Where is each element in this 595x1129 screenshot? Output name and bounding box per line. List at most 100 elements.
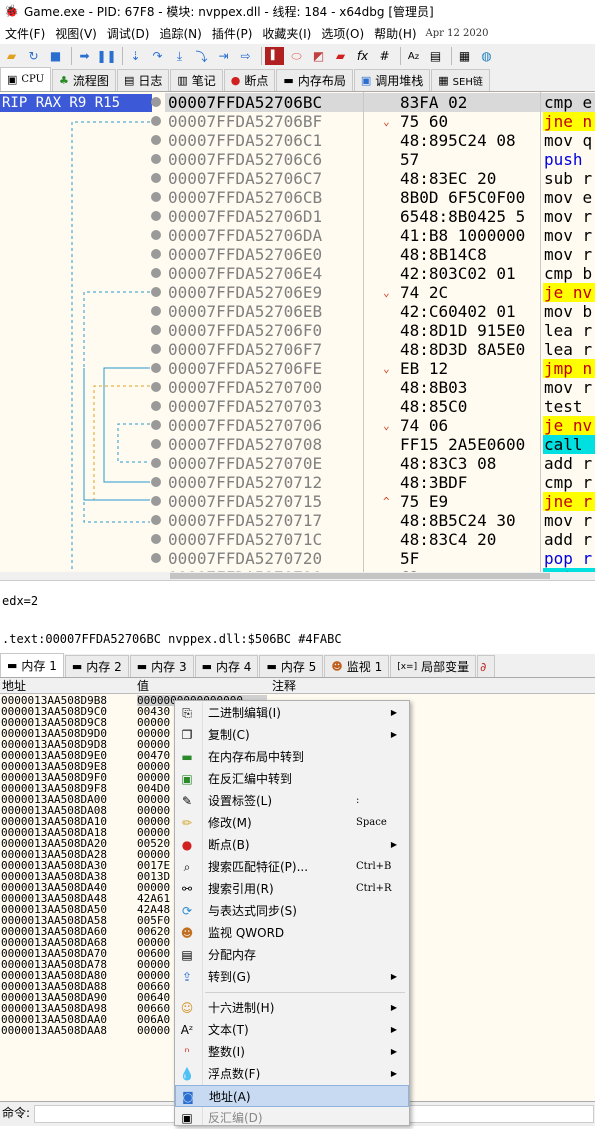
breakpoint-dot[interactable] <box>151 344 161 354</box>
disasm-row[interactable]: 00007FFDA527070E 48:83C3 08 add r <box>165 454 595 473</box>
breakpoint-dot[interactable] <box>151 249 161 259</box>
breakpoint-dot[interactable] <box>151 116 161 126</box>
menu-item-label[interactable]: ✎ 设置标签(L): <box>175 790 409 812</box>
menu-options[interactable]: 选项(O) <box>316 25 369 42</box>
pause-icon[interactable]: ❚❚ <box>96 47 116 65</box>
tab-more[interactable]: ∂ <box>477 655 496 677</box>
menu-item-binoculars[interactable]: ⚯ 搜索引用(R) Ctrl+R <box>175 878 409 900</box>
breakpoint-dot[interactable] <box>151 173 161 183</box>
tab-cpu[interactable]: ▣ CPU <box>0 67 52 91</box>
calculator-icon[interactable]: ▦ <box>455 47 474 65</box>
breakpoint-dot[interactable] <box>151 192 161 202</box>
menu-item-allocate-memory[interactable]: ▤ 分配内存 <box>175 944 409 966</box>
breakpoint-dot[interactable] <box>151 154 161 164</box>
breakpoint-dot[interactable] <box>151 268 161 278</box>
breakpoint-dot[interactable] <box>151 420 161 430</box>
run-icon[interactable]: ➡ <box>75 47 94 65</box>
help-icon[interactable]: ◍ <box>477 47 496 65</box>
disassembly-view[interactable]: RIP RAX R9 R15 00007FFDA52706BC 83FA 02 cm… <box>0 92 595 574</box>
run-to-user-icon[interactable]: ⇨ <box>236 47 255 65</box>
tab-dump-3[interactable]: ▬ 内存 3 <box>129 655 194 677</box>
breakpoint-dot[interactable] <box>151 135 161 145</box>
scroll-thumb[interactable] <box>170 573 550 579</box>
tab-log[interactable]: ▤ 日志 <box>116 69 170 91</box>
tab-dump-5[interactable]: ▬ 内存 5 <box>259 655 324 677</box>
disasm-row[interactable]: 00007FFDA5270720 5F pop r <box>165 549 595 568</box>
tab-call-stack[interactable]: ▣ 调用堆栈 <box>353 69 431 91</box>
hash-icon[interactable]: # <box>375 47 394 65</box>
step-into-icon[interactable]: ⇣ <box>126 47 145 65</box>
disasm-row[interactable]: 00007FFDA52706FE ⌄ EB 12 jmp n <box>165 359 595 378</box>
menu-item-copy[interactable]: ❐ 复制(C) ▶ <box>175 724 409 746</box>
disasm-row[interactable]: 00007FFDA5270706 ⌄ 74 06 je nv <box>165 416 595 435</box>
disasm-row[interactable]: 00007FFDA5270700 48:8B03 mov r <box>165 378 595 397</box>
disasm-row[interactable]: 00007FFDA52706DA 41:B8 1000000 mov r <box>165 226 595 245</box>
breakpoint-dot[interactable] <box>151 458 161 468</box>
menu-help[interactable]: 帮助(H) <box>369 25 421 42</box>
tab-dump-4[interactable]: ▬ 内存 4 <box>194 655 259 677</box>
breakpoint-dot[interactable] <box>151 97 161 107</box>
header-address[interactable]: 地址 <box>2 678 26 694</box>
disasm-row[interactable]: 00007FFDA5270717 48:8B5C24 30 mov r <box>165 511 595 530</box>
breakpoint-dot[interactable] <box>151 211 161 221</box>
breakpoint-dot[interactable] <box>151 439 161 449</box>
disasm-row[interactable]: 00007FFDA52706E4 42:803C02 01 cmp b <box>165 264 595 283</box>
disasm-row[interactable]: 00007FFDA5270708 FF15 2A5E0600 call <box>165 435 595 454</box>
tab-seh-chain[interactable]: ▦ SEH链 <box>431 69 490 91</box>
disasm-row[interactable]: 00007FFDA5270703 48:85C0 test <box>165 397 595 416</box>
menu-item-hex[interactable]: ☺ 十六进制(H) ▶ <box>175 997 409 1019</box>
stop-icon[interactable]: ■ <box>46 47 65 65</box>
tab-dump-1[interactable]: ▬ 内存 1 <box>0 653 64 677</box>
strings-icon[interactable]: ▤ <box>426 47 445 65</box>
menu-trace[interactable]: 追踪(N) <box>154 25 206 42</box>
disasm-row[interactable]: 00007FFDA52706D1 6548:8B0425 5 mov r <box>165 207 595 226</box>
menu-favourites[interactable]: 收藏夹(I) <box>257 25 316 42</box>
breakpoint-dot[interactable] <box>151 306 161 316</box>
menu-item-goto[interactable]: ⇪ 转到(G) ▶ <box>175 966 409 988</box>
menu-item-breakpoint[interactable]: ● 断点(B) ▶ <box>175 834 409 856</box>
breakpoint-dot[interactable] <box>151 230 161 240</box>
disasm-row[interactable]: 00007FFDA52706C1 48:895C24 08 mov q <box>165 131 595 150</box>
header-comment[interactable]: 注释 <box>272 678 296 694</box>
label-icon[interactable]: ◩ <box>309 47 328 65</box>
disasm-row[interactable]: 00007FFDA52706EB 42:C60402 01 mov b <box>165 302 595 321</box>
menu-item-watch[interactable]: ☻ 监视 QWORD <box>175 922 409 944</box>
breakpoint-dot[interactable] <box>151 382 161 392</box>
menu-plugins[interactable]: 插件(P) <box>207 25 258 42</box>
open-icon[interactable]: ▰ <box>2 47 21 65</box>
disasm-row[interactable]: 00007FFDA52706BF ⌄ 75 60 jne n <box>165 112 595 131</box>
tab-graph[interactable]: ♣ 流程图 <box>52 69 116 91</box>
menu-item-float[interactable]: 💧 浮点数(F) ▶ <box>175 1063 409 1085</box>
header-value[interactable]: 值 <box>137 678 149 694</box>
breakpoint-dot[interactable] <box>151 534 161 544</box>
tab-locals[interactable]: [x=] 局部变量 <box>390 655 477 677</box>
bookmark-icon[interactable]: ▰ <box>331 47 350 65</box>
comment-icon[interactable]: ⬭ <box>287 47 306 65</box>
tab-watch-1[interactable]: ☻ 监视 1 <box>324 655 390 677</box>
disasm-row[interactable]: 00007FFDA52706C6 57 push <box>165 150 595 169</box>
disasm-row[interactable]: 00007FFDA5270715 ^ 75 E9 jne r <box>165 492 595 511</box>
disasm-row[interactable]: 00007FFDA52706F0 48:8D1D 915E0 lea r <box>165 321 595 340</box>
menu-item-integer[interactable]: ⁿ 整数(I) ▶ <box>175 1041 409 1063</box>
disasm-row[interactable]: 00007FFDA52706E9 ⌄ 74 2C je nv <box>165 283 595 302</box>
breakpoint-dot[interactable] <box>151 553 161 563</box>
disasm-row[interactable]: 00007FFDA52706C7 48:83EC 20 sub r <box>165 169 595 188</box>
menu-debug[interactable]: 调试(D) <box>102 25 155 42</box>
menu-item-binary-edit[interactable]: ⎘ 二进制编辑(I) ▶ <box>175 702 409 724</box>
trace-into-icon[interactable]: ⤓ <box>170 47 189 65</box>
step-over-icon[interactable]: ↷ <box>148 47 167 65</box>
disasm-row[interactable]: 00007FFDA52706BC 83FA 02 cmp e <box>165 93 595 112</box>
breakpoint-dot[interactable] <box>151 496 161 506</box>
tab-memory-map[interactable]: ▬ 内存布局 <box>276 69 353 91</box>
horizontal-scrollbar[interactable] <box>0 572 595 580</box>
breakpoint-dot[interactable] <box>151 515 161 525</box>
menu-item-text[interactable]: Aᶻ 文本(T) ▶ <box>175 1019 409 1041</box>
menu-item-address[interactable]: ◙ 地址(A) <box>175 1085 409 1107</box>
menu-item-search-pattern[interactable]: ⌕ 搜索匹配特征(P)... Ctrl+B <box>175 856 409 878</box>
execute-till-return-icon[interactable]: ⇥ <box>214 47 233 65</box>
disasm-row[interactable]: 00007FFDA52706E0 48:8B14C8 mov r <box>165 245 595 264</box>
menu-item-disassembly[interactable]: ▣ 在反汇编中转到 <box>175 768 409 790</box>
breakpoint-dot[interactable] <box>151 477 161 487</box>
tab-notes[interactable]: ▥ 笔记 <box>170 69 223 91</box>
font-icon[interactable]: Az <box>404 47 423 65</box>
